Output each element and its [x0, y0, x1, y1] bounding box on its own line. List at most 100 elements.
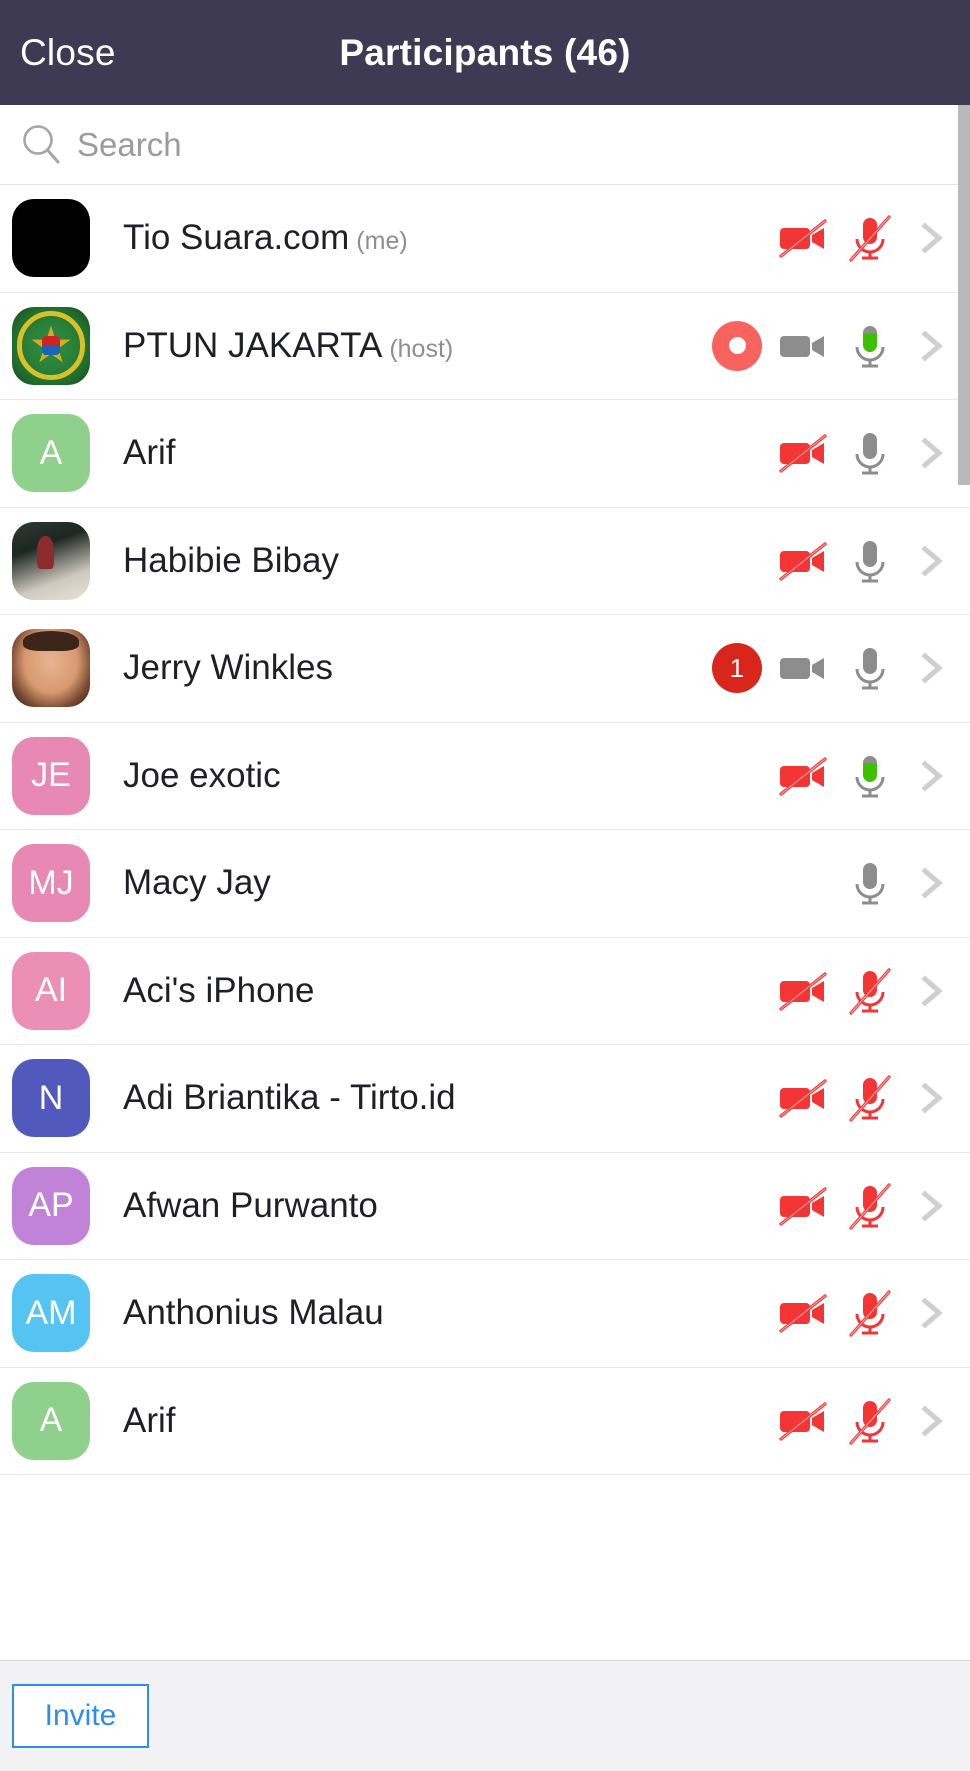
chevron-right-icon[interactable]	[914, 963, 950, 1019]
avatar: A	[12, 414, 90, 493]
camera-on-icon[interactable]	[774, 640, 830, 696]
participant-name-wrap: Anthonius Malau	[123, 1293, 774, 1333]
participant-name: Habibie Bibay	[123, 540, 339, 580]
mic-on-icon[interactable]	[842, 425, 898, 481]
participant-name-wrap: Aci's iPhone	[123, 971, 774, 1011]
avatar	[12, 521, 90, 600]
participant-row[interactable]: AM Anthonius Malau	[0, 1260, 970, 1368]
mic-muted-icon[interactable]	[842, 1393, 898, 1449]
camera-off-icon[interactable]	[774, 963, 830, 1019]
mic-muted-icon[interactable]	[842, 1178, 898, 1234]
participant-row[interactable]: Tio Suara.com (me)	[0, 185, 970, 293]
list-scrollbar-thumb[interactable]	[958, 105, 970, 485]
mic-muted-icon[interactable]	[842, 1070, 898, 1126]
invite-button[interactable]: Invite	[12, 1684, 149, 1748]
participant-name-wrap: Joe exotic	[123, 756, 774, 796]
page-title: Participants (46)	[339, 31, 631, 73]
avatar: MJ	[12, 844, 90, 923]
participant-name-wrap: Arif	[123, 433, 774, 473]
chevron-right-icon[interactable]	[914, 318, 950, 374]
participant-row[interactable]: N Adi Briantika - Tirto.id	[0, 1045, 970, 1153]
participant-row[interactable]: Habibie Bibay	[0, 507, 970, 615]
avatar: A	[12, 1381, 90, 1460]
camera-off-icon[interactable]	[774, 1285, 830, 1341]
chevron-right-icon[interactable]	[914, 1070, 950, 1126]
participant-status-icons	[774, 425, 898, 481]
mic-active-icon[interactable]	[842, 318, 898, 374]
chevron-right-icon[interactable]	[914, 1285, 950, 1341]
panel-footer: Invite	[0, 1660, 970, 1771]
participant-name-wrap: Jerry Winkles	[123, 648, 712, 688]
camera-off-icon[interactable]	[774, 1393, 830, 1449]
chevron-right-icon[interactable]	[914, 855, 950, 911]
camera-off-icon[interactable]	[774, 1178, 830, 1234]
participant-row[interactable]: A Arif	[0, 400, 970, 508]
camera-off-icon[interactable]	[774, 533, 830, 589]
participant-status-icons	[774, 1285, 898, 1341]
status-badge: 1	[712, 643, 762, 694]
participant-name-wrap: Habibie Bibay	[123, 541, 774, 581]
participant-name-wrap: Arif	[123, 1401, 774, 1441]
participant-row[interactable]: AI Aci's iPhone	[0, 937, 970, 1045]
participant-row[interactable]: PTUN JAKARTA (host)	[0, 292, 970, 400]
avatar	[12, 629, 90, 708]
chevron-right-icon[interactable]	[914, 640, 950, 696]
participant-status-icons	[774, 963, 898, 1019]
search-input[interactable]	[77, 125, 677, 164]
chevron-right-icon[interactable]	[914, 533, 950, 589]
avatar: AP	[12, 1166, 90, 1245]
chevron-right-icon[interactable]	[914, 748, 950, 804]
participant-name-wrap: Tio Suara.com (me)	[123, 218, 774, 258]
mic-muted-icon[interactable]	[842, 1285, 898, 1341]
search-bar[interactable]	[0, 105, 970, 185]
participant-row[interactable]: Jerry Winkles 1	[0, 615, 970, 723]
avatar	[12, 306, 90, 385]
participant-row[interactable]: AP Afwan Purwanto	[0, 1152, 970, 1260]
participant-status-icons	[774, 533, 898, 589]
participant-status-icons	[774, 1070, 898, 1126]
avatar: AI	[12, 951, 90, 1030]
participant-name: Arif	[123, 433, 176, 473]
participant-status-icons	[712, 318, 898, 374]
panel-header: Close Participants (46)	[0, 0, 970, 105]
participant-name: Tio Suara.com	[123, 218, 350, 258]
participant-name-wrap: Afwan Purwanto	[123, 1186, 774, 1226]
participant-name: Arif	[123, 1400, 176, 1440]
participant-status-icons	[774, 1178, 898, 1234]
participants-panel: Close Participants (46) Tio Suara.com(me…	[0, 0, 970, 1771]
recording-icon	[712, 320, 762, 371]
participant-name: Macy Jay	[123, 863, 271, 903]
participant-name: Afwan Purwanto	[123, 1185, 378, 1225]
participant-role-suffix: (me)	[356, 227, 408, 256]
participant-row[interactable]: A Arif	[0, 1367, 970, 1475]
avatar	[12, 199, 90, 278]
chevron-right-icon[interactable]	[914, 425, 950, 481]
participant-name-wrap: Adi Briantika - Tirto.id	[123, 1078, 774, 1118]
camera-on-icon[interactable]	[774, 318, 830, 374]
chevron-right-icon[interactable]	[914, 210, 950, 266]
mic-on-icon[interactable]	[842, 640, 898, 696]
participant-row[interactable]: MJ Macy Jay	[0, 830, 970, 938]
mic-muted-icon[interactable]	[842, 210, 898, 266]
mic-on-icon[interactable]	[842, 533, 898, 589]
camera-off-icon[interactable]	[774, 748, 830, 804]
participant-name: Jerry Winkles	[123, 648, 334, 688]
camera-off-icon[interactable]	[774, 1070, 830, 1126]
participant-role-suffix: (host)	[389, 334, 454, 363]
mic-muted-icon[interactable]	[842, 963, 898, 1019]
avatar: AM	[12, 1274, 90, 1353]
chevron-right-icon[interactable]	[914, 1393, 950, 1449]
mic-active-icon[interactable]	[842, 748, 898, 804]
camera-off-icon[interactable]	[774, 210, 830, 266]
participant-status-icons: 1	[712, 640, 898, 696]
participant-row[interactable]: JE Joe exotic	[0, 722, 970, 830]
close-button[interactable]: Close	[0, 32, 116, 74]
mic-on-icon[interactable]	[842, 855, 898, 911]
participant-status-icons	[774, 1393, 898, 1449]
chevron-right-icon[interactable]	[914, 1178, 950, 1234]
participant-status-icons	[842, 855, 898, 911]
participants-list[interactable]: Tio Suara.com (me) PTUN JAKARTA (host) A Arif…	[0, 185, 970, 1660]
avatar: JE	[12, 736, 90, 815]
camera-off-icon[interactable]	[774, 425, 830, 481]
avatar: N	[12, 1059, 90, 1138]
